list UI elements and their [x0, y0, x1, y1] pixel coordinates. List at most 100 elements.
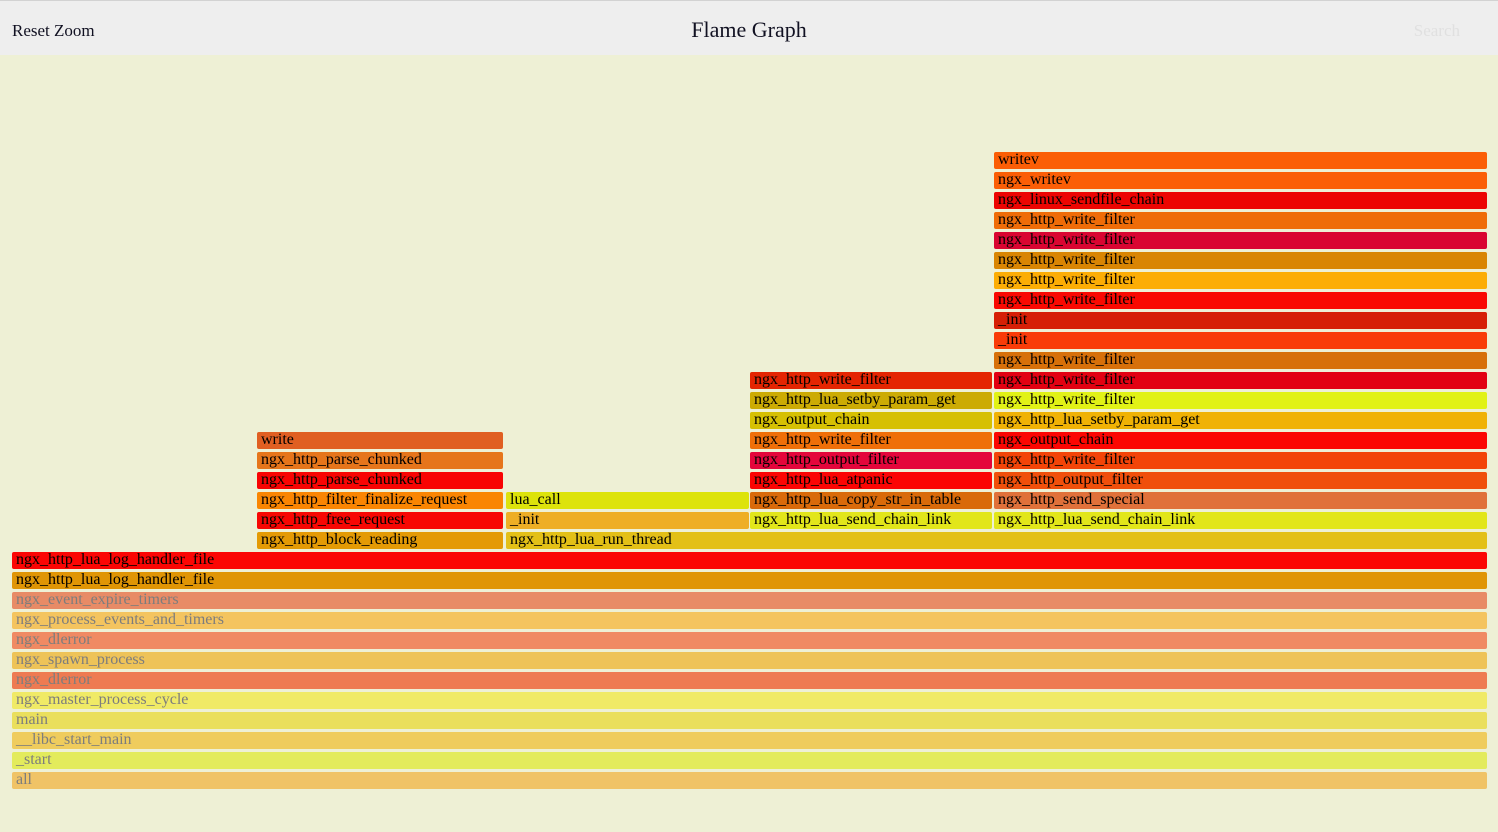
flame-frame[interactable]: all: [12, 772, 1487, 789]
flame-frame-label: ngx_http_output_filter: [754, 452, 899, 468]
flame-frame[interactable]: ngx_http_lua_log_handler_file: [12, 552, 1487, 569]
flame-frame-label: ngx_http_parse_chunked: [261, 472, 422, 488]
flame-frame-label: _init: [998, 312, 1028, 328]
flame-frame-label: ngx_http_send_special: [998, 492, 1145, 508]
flame-frame[interactable]: lua_call: [506, 492, 749, 509]
page-title: Flame Graph: [691, 17, 807, 42]
flame-frame[interactable]: ngx_http_write_filter: [994, 252, 1487, 269]
flame-frame[interactable]: ngx_http_parse_chunked: [257, 472, 503, 489]
flame-frame[interactable]: ngx_http_output_filter: [994, 472, 1487, 489]
flame-frame[interactable]: write: [257, 432, 503, 449]
flame-frame-label: ngx_http_lua_run_thread: [510, 532, 672, 548]
flame-frame[interactable]: ngx_http_write_filter: [994, 292, 1487, 309]
flame-graph-app: Reset Zoom Flame Graph Search writev ngx_…: [0, 0, 1498, 832]
flame-frame[interactable]: ngx_event_expire_timers: [12, 592, 1487, 609]
flame-frame[interactable]: ngx_spawn_process: [12, 652, 1487, 669]
flame-frame-label: ngx_http_lua_log_handler_file: [16, 572, 215, 588]
flame-frame[interactable]: ngx_http_write_filter: [994, 352, 1487, 369]
search-button[interactable]: Search: [1414, 21, 1460, 41]
flame-frame-label: ngx_http_block_reading: [261, 532, 418, 548]
flame-frame-label: ngx_http_write_filter: [998, 372, 1135, 388]
flame-frame-label: ngx_http_free_request: [261, 512, 405, 528]
flame-frame-label: ngx_http_parse_chunked: [261, 452, 422, 468]
flame-frame-label: ngx_http_lua_setby_param_get: [754, 392, 956, 408]
flame-frame-label: ngx_writev: [998, 172, 1071, 188]
flame-frame-label: ngx_http_write_filter: [998, 452, 1135, 468]
flame-frame[interactable]: ngx_http_lua_send_chain_link: [750, 512, 992, 529]
flame-frame[interactable]: ngx_http_filter_finalize_request: [257, 492, 503, 509]
flame-frame[interactable]: ngx_http_block_reading: [257, 532, 503, 549]
flame-frame[interactable]: ngx_http_lua_setby_param_get: [750, 392, 992, 409]
flame-frame[interactable]: ngx_http_send_special: [994, 492, 1487, 509]
flame-frame-label: ngx_dlerror: [16, 632, 92, 648]
flame-frame[interactable]: _init: [506, 512, 749, 529]
flame-frame-label: ngx_http_lua_setby_param_get: [998, 412, 1200, 428]
flame-frame-label: _init: [998, 332, 1028, 348]
flame-frame[interactable]: ngx_http_write_filter: [994, 452, 1487, 469]
flame-frame[interactable]: ngx_dlerror: [12, 632, 1487, 649]
flame-frame-label: ngx_dlerror: [16, 672, 92, 688]
flame-frame[interactable]: ngx_http_lua_setby_param_get: [994, 412, 1487, 429]
flame-frame[interactable]: _start: [12, 752, 1487, 769]
flame-frame[interactable]: ngx_http_lua_copy_str_in_table: [750, 492, 992, 509]
flame-frame-label: ngx_output_chain: [754, 412, 870, 428]
flame-frame[interactable]: ngx_http_write_filter: [994, 372, 1487, 389]
flame-frame-label: main: [16, 712, 48, 728]
flame-frame[interactable]: ngx_http_lua_atpanic: [750, 472, 992, 489]
flame-frame-label: ngx_http_write_filter: [998, 292, 1135, 308]
flame-frame[interactable]: __libc_start_main: [12, 732, 1487, 749]
flame-frame[interactable]: ngx_output_chain: [750, 412, 992, 429]
flame-frame-label: ngx_http_write_filter: [754, 372, 891, 388]
flame-graph-canvas: writev ngx_writev ngx_linux_sendfile_chain…: [0, 55, 1498, 832]
flame-frame[interactable]: writev: [994, 152, 1487, 169]
flame-frame-label: lua_call: [510, 492, 561, 508]
flame-frame-label: ngx_event_expire_timers: [16, 592, 179, 608]
flame-frame-label: ngx_spawn_process: [16, 652, 145, 668]
flame-frame[interactable]: _init: [994, 332, 1487, 349]
flame-frame[interactable]: ngx_linux_sendfile_chain: [994, 192, 1487, 209]
flame-frame-label: ngx_http_write_filter: [998, 272, 1135, 288]
flame-frame-label: _init: [510, 512, 540, 528]
flame-frame[interactable]: ngx_http_write_filter: [994, 232, 1487, 249]
flame-frame-label: ngx_http_write_filter: [998, 252, 1135, 268]
flame-frame[interactable]: ngx_writev: [994, 172, 1487, 189]
flame-frame-label: ngx_http_write_filter: [998, 212, 1135, 228]
flame-frame[interactable]: _init: [994, 312, 1487, 329]
flame-frame-label: ngx_output_chain: [998, 432, 1114, 448]
flame-frame-label: ngx_http_lua_atpanic: [754, 472, 893, 488]
flame-frame-label: ngx_master_process_cycle: [16, 692, 189, 708]
flame-frame-label: ngx_http_write_filter: [998, 392, 1135, 408]
flame-frame-label: ngx_http_lua_send_chain_link: [998, 512, 1196, 528]
flame-frame-label: _start: [16, 752, 52, 768]
flame-frame-label: ngx_http_lua_copy_str_in_table: [754, 492, 962, 508]
flame-frame[interactable]: ngx_http_write_filter: [994, 212, 1487, 229]
flame-frame-label: ngx_linux_sendfile_chain: [998, 192, 1165, 208]
flame-frame[interactable]: ngx_http_parse_chunked: [257, 452, 503, 469]
flame-frame[interactable]: ngx_dlerror: [12, 672, 1487, 689]
flame-frame-label: write: [261, 432, 294, 448]
flame-frame[interactable]: ngx_http_write_filter: [750, 372, 992, 389]
flame-frame-label: all: [16, 772, 32, 788]
flame-frame-label: ngx_http_output_filter: [998, 472, 1143, 488]
flame-frame[interactable]: ngx_http_free_request: [257, 512, 503, 529]
flame-frame-label: ngx_http_write_filter: [998, 352, 1135, 368]
flame-frame-label: ngx_http_lua_send_chain_link: [754, 512, 952, 528]
flame-frame-label: ngx_process_events_and_timers: [16, 612, 224, 628]
flame-frame-label: __libc_start_main: [16, 732, 132, 748]
flame-frame[interactable]: ngx_process_events_and_timers: [12, 612, 1487, 629]
flame-frame[interactable]: ngx_http_lua_send_chain_link: [994, 512, 1487, 529]
flame-frame[interactable]: main: [12, 712, 1487, 729]
flame-frame[interactable]: ngx_output_chain: [994, 432, 1487, 449]
flame-frame[interactable]: ngx_http_lua_run_thread: [506, 532, 1487, 549]
flame-graph-header: Reset Zoom Flame Graph Search: [0, 1, 1498, 55]
flame-frame-label: ngx_http_write_filter: [998, 232, 1135, 248]
flame-frame-label: ngx_http_write_filter: [754, 432, 891, 448]
flame-frame[interactable]: ngx_http_lua_log_handler_file: [12, 572, 1487, 589]
flame-frame[interactable]: ngx_http_write_filter: [994, 392, 1487, 409]
flame-frame-label: ngx_http_lua_log_handler_file: [16, 552, 215, 568]
flame-frame[interactable]: ngx_http_write_filter: [994, 272, 1487, 289]
flame-frame[interactable]: ngx_http_write_filter: [750, 432, 992, 449]
flame-frame[interactable]: ngx_master_process_cycle: [12, 692, 1487, 709]
flame-frame[interactable]: ngx_http_output_filter: [750, 452, 992, 469]
flame-frame-label: ngx_http_filter_finalize_request: [261, 492, 468, 508]
